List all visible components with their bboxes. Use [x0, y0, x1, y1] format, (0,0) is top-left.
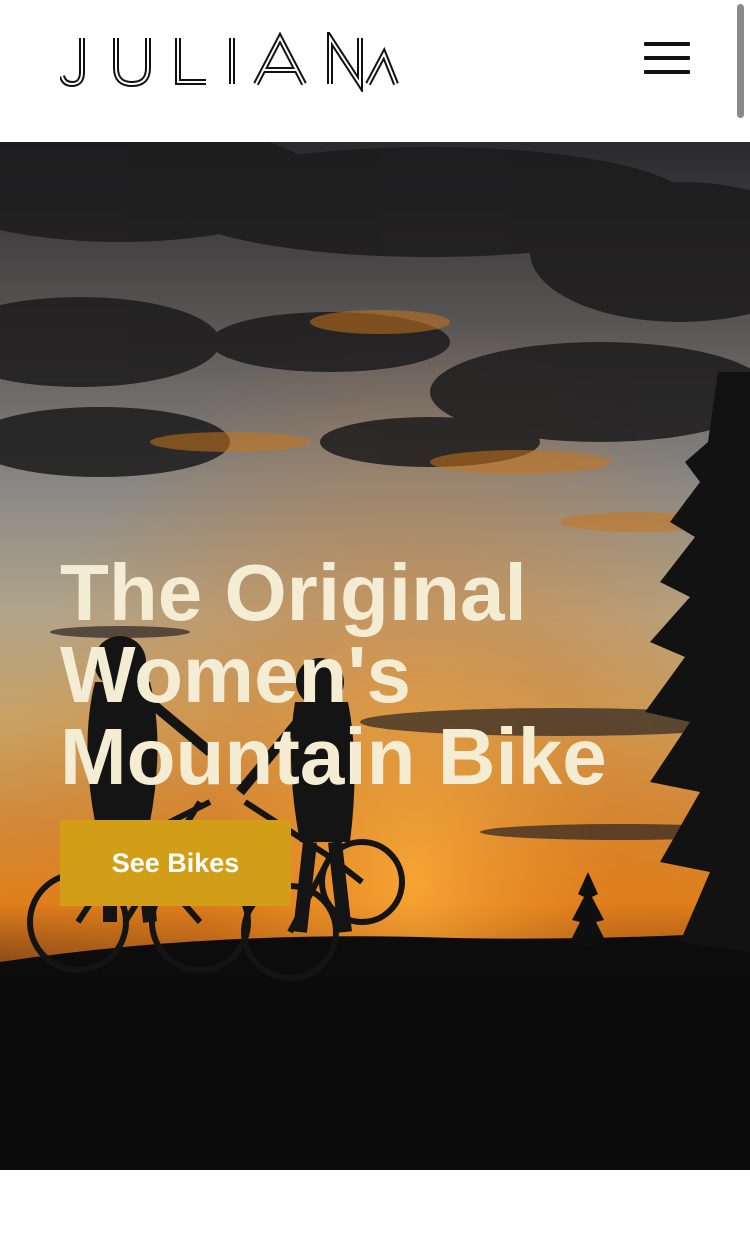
scrollbar[interactable]: [737, 4, 744, 118]
menu-line: [644, 42, 690, 46]
page-below-hero: [0, 1170, 750, 1250]
hero-title: The Original Women's Mountain Bike: [60, 552, 700, 798]
see-bikes-button[interactable]: See Bikes: [60, 820, 291, 906]
hero-title-line-3: Mountain Bike: [60, 712, 607, 801]
juliana-logo-wordmark: [60, 32, 399, 92]
hero-title-line-1: The Original: [60, 548, 527, 637]
menu-line: [644, 70, 690, 74]
juliana-logo[interactable]: [60, 32, 400, 92]
page: The Original Women's Mountain Bike See B…: [0, 0, 750, 1250]
site-header: [0, 0, 750, 142]
hamburger-menu-icon[interactable]: [644, 40, 692, 78]
menu-line: [644, 56, 690, 60]
hero-banner: The Original Women's Mountain Bike See B…: [0, 142, 750, 1170]
hero-title-line-2: Women's: [60, 630, 411, 719]
